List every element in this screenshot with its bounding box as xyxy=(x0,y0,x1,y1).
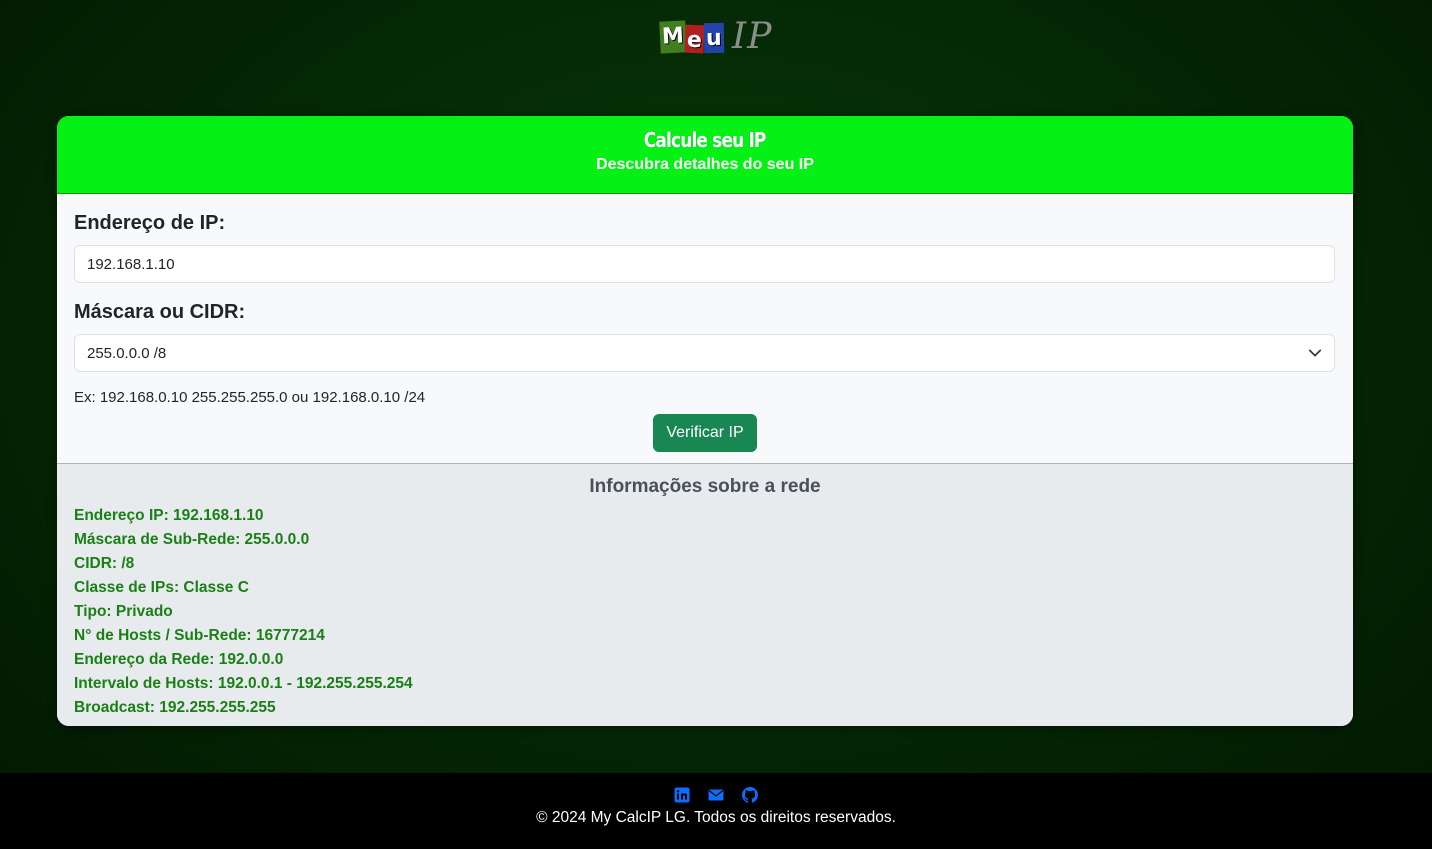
example-hint: Ex: 192.168.0.10 255.255.255.0 ou 192.16… xyxy=(74,389,426,406)
info-host-count: N° de Hosts / Sub-Rede: 16777214 xyxy=(74,627,325,644)
copyright-text: © 2024 My CalcIP LG. Todos os direitos r… xyxy=(536,809,896,826)
ip-input[interactable]: 192.168.1.10 xyxy=(74,245,1335,283)
info-subnet-mask: Máscara de Sub-Rede: 255.0.0.0 xyxy=(74,531,310,548)
info-network-address: Endereço da Rede: 192.0.0.0 xyxy=(74,651,284,668)
logo-letter: e xyxy=(684,24,705,53)
logo-letter: M xyxy=(658,19,687,54)
info-broadcast: Broadcast: 192.255.255.255 xyxy=(74,699,276,716)
mask-label: Máscara ou CIDR: xyxy=(74,301,246,323)
network-info: Informações sobre a rede Endereço IP: 19… xyxy=(57,463,1353,726)
ip-form: Endereço de IP: 192.168.1.10 Máscara ou … xyxy=(57,194,1353,463)
envelope-icon[interactable] xyxy=(708,787,724,803)
network-info-title: Informações sobre a rede xyxy=(589,476,821,497)
info-type: Tipo: Privado xyxy=(74,603,173,620)
calculator-card: Calcule seu IP Descubra detalhes do seu … xyxy=(57,116,1353,726)
footer: © 2024 My CalcIP LG. Todos os direitos r… xyxy=(0,773,1432,849)
mask-select[interactable]: 255.0.0.0 /8 xyxy=(74,334,1335,372)
info-cidr: CIDR: /8 xyxy=(74,555,135,572)
card-header: Calcule seu IP Descubra detalhes do seu … xyxy=(57,116,1353,194)
page-subtitle: Descubra detalhes do seu IP xyxy=(596,156,814,173)
info-ip-class: Classe de IPs: Classe C xyxy=(74,579,249,596)
logo-letter: u xyxy=(704,22,725,53)
ip-input-value: 192.168.1.10 xyxy=(87,255,175,273)
social-links xyxy=(0,787,1432,803)
logo-meu: M e u xyxy=(658,19,725,54)
ip-label: Endereço de IP: xyxy=(74,212,226,234)
github-icon[interactable] xyxy=(742,787,758,803)
info-host-range: Intervalo de Hosts: 192.0.0.1 - 192.255.… xyxy=(74,675,413,692)
page-title: Calcule seu IP xyxy=(644,128,767,152)
mask-select-value: 255.0.0.0 /8 xyxy=(87,344,167,362)
logo-ip: IP xyxy=(732,16,773,57)
logo: M e u IP xyxy=(0,16,1432,57)
chevron-down-icon xyxy=(1308,349,1322,357)
verify-ip-button[interactable]: Verificar IP xyxy=(653,414,757,452)
linkedin-icon[interactable] xyxy=(674,787,690,803)
info-ip-address: Endereço IP: 192.168.1.10 xyxy=(74,507,264,524)
